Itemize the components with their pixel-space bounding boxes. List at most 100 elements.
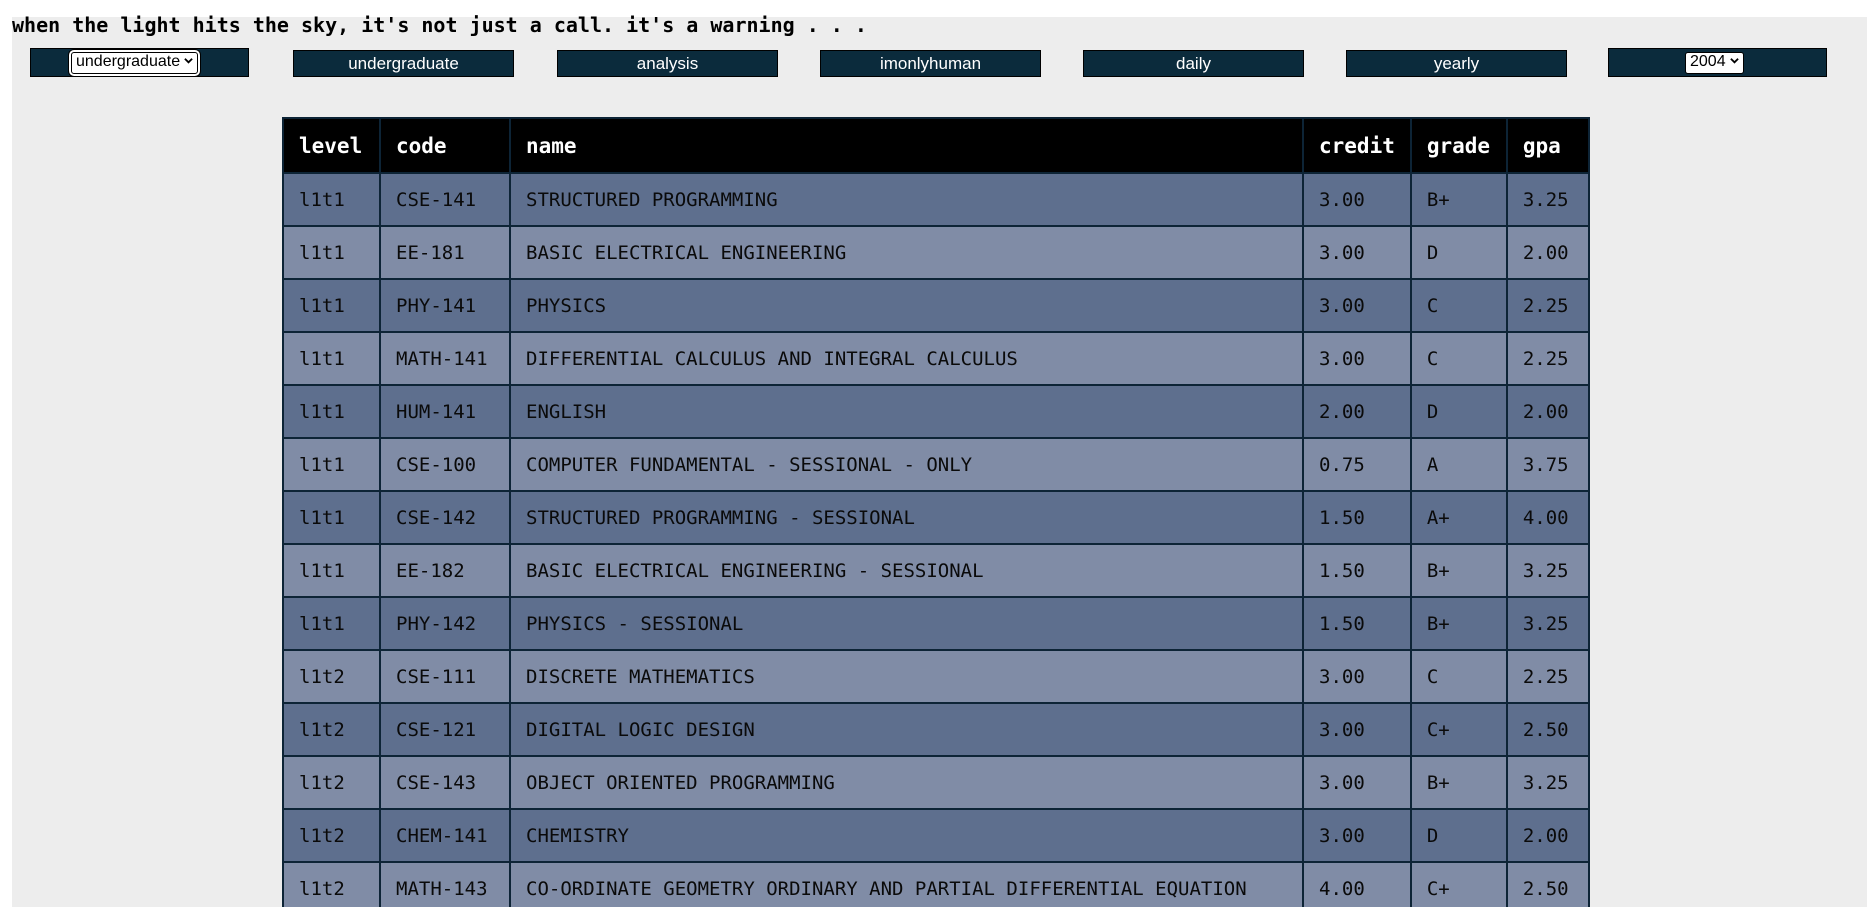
nav-analysis[interactable]: analysis (557, 50, 778, 77)
cell-level: l1t1 (282, 596, 381, 651)
table-row: l1t1 PHY-141 PHYSICS 3.00 C 2.25 (282, 278, 1590, 333)
cell-name: STRUCTURED PROGRAMMING (509, 172, 1304, 227)
cell-gpa: 3.75 (1505, 437, 1590, 492)
cell-grade: B+ (1409, 755, 1508, 810)
cell-credit: 3.00 (1302, 331, 1412, 386)
table-row: l1t2 CHEM-141 CHEMISTRY 3.00 D 2.00 (282, 808, 1590, 863)
cell-name: CO-ORDINATE GEOMETRY ORDINARY AND PARTIA… (509, 861, 1304, 907)
cell-credit: 3.00 (1302, 278, 1412, 333)
cell-code: CSE-111 (379, 649, 511, 704)
table-row: l1t1 CSE-142 STRUCTURED PROGRAMMING - SESS… (282, 490, 1590, 545)
cell-gpa: 4.00 (1505, 490, 1590, 545)
cell-name: PHYSICS (509, 278, 1304, 333)
cell-grade: C+ (1409, 702, 1508, 757)
cell-level: l1t2 (282, 808, 381, 863)
cell-credit: 3.00 (1302, 225, 1412, 280)
cell-credit: 1.50 (1302, 490, 1412, 545)
cell-gpa: 2.25 (1505, 331, 1590, 386)
table-row: l1t1 CSE-141 STRUCTURED PROGRAMMING 3.00 B+ 3… (282, 172, 1590, 227)
cell-level: l1t1 (282, 225, 381, 280)
cell-level: l1t2 (282, 861, 381, 907)
nav-program-box: undergraduate (30, 48, 249, 77)
cell-name: STRUCTURED PROGRAMMING - SESSIONAL (509, 490, 1304, 545)
table-row: l1t2 CSE-143 OBJECT ORIENTED PROGRAMMING 3.… (282, 755, 1590, 810)
program-select[interactable]: undergraduate (68, 50, 201, 76)
nav-undergraduate[interactable]: undergraduate (293, 50, 514, 77)
page-tagline: when the light hits the sky, it's not ju… (12, 13, 867, 37)
header-level: level (282, 117, 381, 174)
table-row: l1t1 EE-182 BASIC ELECTRICAL ENGINEERING -… (282, 543, 1590, 598)
cell-gpa: 2.50 (1505, 861, 1590, 907)
nav-daily[interactable]: daily (1083, 50, 1304, 77)
cell-code: MATH-141 (379, 331, 511, 386)
cell-grade: C (1409, 278, 1508, 333)
cell-grade: A (1409, 437, 1508, 492)
table-header-row: level code name credit grade gpa (282, 117, 1590, 174)
cell-level: l1t1 (282, 437, 381, 492)
cell-name: PHYSICS - SESSIONAL (509, 596, 1304, 651)
cell-credit: 3.00 (1302, 755, 1412, 810)
cell-gpa: 2.00 (1505, 808, 1590, 863)
cell-gpa: 3.25 (1505, 755, 1590, 810)
cell-gpa: 3.25 (1505, 596, 1590, 651)
table-row: l1t1 MATH-141 DIFFERENTIAL CALCULUS AND IN… (282, 331, 1590, 386)
cell-credit: 2.00 (1302, 384, 1412, 439)
cell-code: EE-181 (379, 225, 511, 280)
cell-credit: 0.75 (1302, 437, 1412, 492)
cell-code: CSE-142 (379, 490, 511, 545)
cell-code: CSE-143 (379, 755, 511, 810)
cell-level: l1t1 (282, 384, 381, 439)
cell-code: CSE-100 (379, 437, 511, 492)
cell-level: l1t1 (282, 278, 381, 333)
table-row: l1t1 PHY-142 PHYSICS - SESSIONAL 1.50 B+ 3.25 (282, 596, 1590, 651)
cell-name: COMPUTER FUNDAMENTAL - SESSIONAL - ONLY (509, 437, 1304, 492)
nav-bar: undergraduate undergraduate analysis imo… (30, 48, 1830, 80)
cell-level: l1t1 (282, 331, 381, 386)
cell-code: PHY-142 (379, 596, 511, 651)
year-select[interactable]: 2004 (1685, 52, 1744, 74)
cell-gpa: 2.50 (1505, 702, 1590, 757)
grades-table: level code name credit grade gpa l1t1 CSE… (282, 117, 1590, 907)
cell-credit: 3.00 (1302, 808, 1412, 863)
cell-grade: D (1409, 225, 1508, 280)
cell-name: OBJECT ORIENTED PROGRAMMING (509, 755, 1304, 810)
cell-grade: D (1409, 808, 1508, 863)
cell-gpa: 3.25 (1505, 172, 1590, 227)
year-select-value: 2004 (1690, 53, 1726, 70)
cell-grade: C+ (1409, 861, 1508, 907)
cell-name: BASIC ELECTRICAL ENGINEERING - SESSIONAL (509, 543, 1304, 598)
cell-grade: A+ (1409, 490, 1508, 545)
cell-name: DISCRETE MATHEMATICS (509, 649, 1304, 704)
cell-level: l1t1 (282, 490, 381, 545)
cell-credit: 3.00 (1302, 702, 1412, 757)
cell-credit: 4.00 (1302, 861, 1412, 907)
header-code: code (379, 117, 511, 174)
cell-grade: D (1409, 384, 1508, 439)
chevron-down-icon (184, 58, 193, 64)
table-row: l1t2 CSE-111 DISCRETE MATHEMATICS 3.00 C 2.25 (282, 649, 1590, 704)
cell-level: l1t2 (282, 702, 381, 757)
cell-code: EE-182 (379, 543, 511, 598)
nav-yearly[interactable]: yearly (1346, 50, 1567, 77)
nav-year-box: 2004 (1608, 48, 1827, 77)
cell-name: ENGLISH (509, 384, 1304, 439)
cell-credit: 3.00 (1302, 649, 1412, 704)
cell-credit: 3.00 (1302, 172, 1412, 227)
cell-grade: C (1409, 649, 1508, 704)
header-grade: grade (1409, 117, 1508, 174)
cell-code: CSE-141 (379, 172, 511, 227)
table-row: l1t2 CSE-121 DIGITAL LOGIC DESIGN 3.00 C+ 2.5… (282, 702, 1590, 757)
cell-code: HUM-141 (379, 384, 511, 439)
header-credit: credit (1302, 117, 1412, 174)
cell-grade: B+ (1409, 543, 1508, 598)
cell-name: BASIC ELECTRICAL ENGINEERING (509, 225, 1304, 280)
cell-gpa: 2.25 (1505, 649, 1590, 704)
cell-grade: B+ (1409, 596, 1508, 651)
cell-level: l1t2 (282, 649, 381, 704)
cell-name: DIFFERENTIAL CALCULUS AND INTEGRAL CALCU… (509, 331, 1304, 386)
grades-table-body: l1t1 CSE-141 STRUCTURED PROGRAMMING 3.00 B+ 3… (282, 172, 1590, 907)
nav-imonlyhuman[interactable]: imonlyhuman (820, 50, 1041, 77)
cell-level: l1t1 (282, 543, 381, 598)
cell-level: l1t2 (282, 755, 381, 810)
table-row: l1t1 EE-181 BASIC ELECTRICAL ENGINEERING 3.… (282, 225, 1590, 280)
